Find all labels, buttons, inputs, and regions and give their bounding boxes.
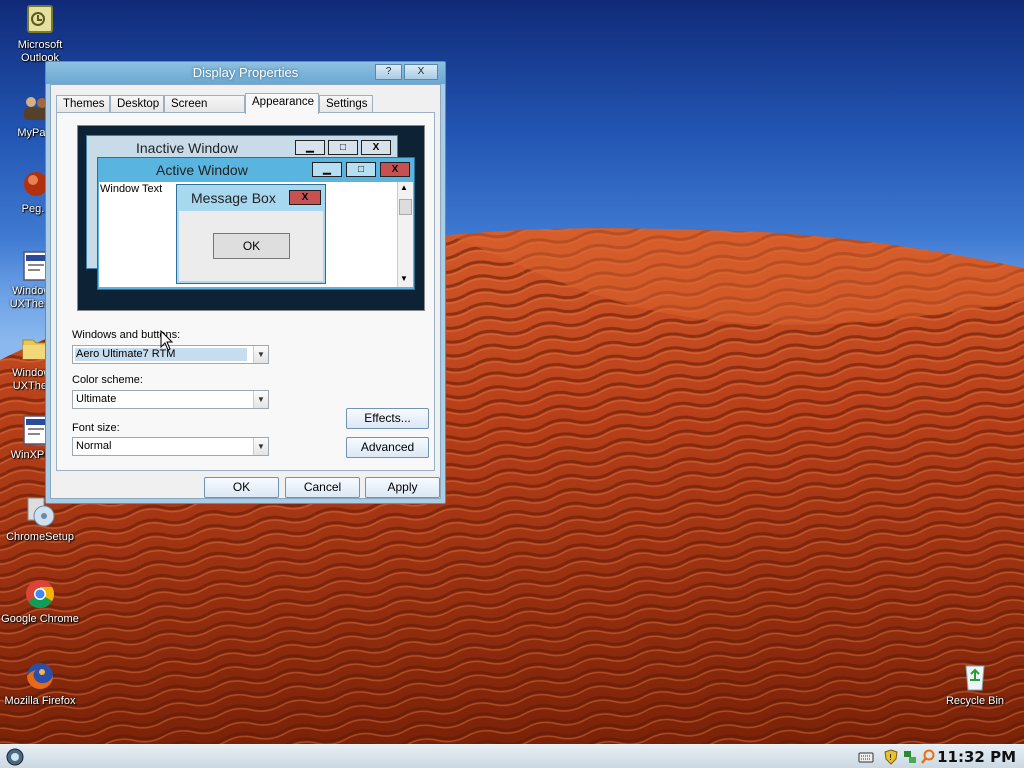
dialog-titlebar[interactable]: Display Properties ? X: [46, 62, 445, 84]
desktop-icon-firefox[interactable]: Mozilla Firefox: [0, 660, 80, 708]
display-properties-dialog: Display Properties ? X Themes Desktop Sc…: [45, 61, 446, 504]
tab-screen-saver[interactable]: Screen Saver: [164, 95, 245, 126]
start-orb-icon[interactable]: [5, 747, 25, 767]
help-icon: ?: [385, 66, 392, 77]
preview-active-close-icon: X: [380, 162, 410, 177]
preview-inactive-minimize-icon: ▁: [295, 140, 325, 155]
color-scheme-select[interactable]: Ultimate ▼: [72, 390, 269, 409]
preview-active-maximize-icon: □: [346, 162, 376, 177]
preview-window-text: Window Text: [100, 183, 163, 195]
taskbar-clock[interactable]: 11:32 PM: [937, 748, 1016, 766]
desktop-icon-outlook[interactable]: Microsoft Outlook: [0, 4, 80, 65]
chevron-down-icon[interactable]: ▼: [253, 391, 268, 408]
tab-settings[interactable]: Settings: [319, 95, 373, 113]
outlook-icon: [24, 4, 56, 36]
preview-active-minimize-icon: ▁: [312, 162, 342, 177]
color-scheme-value: Ultimate: [76, 393, 117, 405]
preview-message-box-title: Message Box: [191, 190, 276, 206]
cancel-button[interactable]: Cancel: [285, 477, 360, 498]
desktop-icon-label: Recycle Bin: [945, 695, 1005, 707]
advanced-button[interactable]: Advanced: [346, 437, 429, 458]
search-icon[interactable]: [920, 749, 936, 765]
chrome-icon: [24, 578, 56, 610]
preview-message-box: Message Box X OK: [176, 184, 326, 284]
tab-desktop[interactable]: Desktop: [110, 95, 164, 113]
help-button[interactable]: ?: [375, 64, 402, 80]
scroll-thumb: [399, 199, 412, 215]
chevron-down-icon[interactable]: ▼: [253, 346, 268, 363]
tab-appearance[interactable]: Appearance: [245, 93, 319, 114]
preview-inactive-close-icon: X: [361, 140, 391, 155]
tab-themes[interactable]: Themes: [56, 95, 110, 113]
network-icon[interactable]: [902, 749, 918, 765]
desktop-icon-label: Google Chrome: [1, 613, 79, 625]
svg-text:!: !: [889, 753, 892, 762]
preview-message-box-close-icon: X: [289, 190, 321, 205]
recycle-bin-icon: [959, 660, 991, 692]
scroll-up-icon: ▲: [400, 183, 408, 192]
apply-button[interactable]: Apply: [365, 477, 440, 498]
color-scheme-label: Color scheme:: [72, 374, 143, 386]
taskbar: ! 11:32 PM: [0, 744, 1024, 768]
font-size-label: Font size:: [72, 422, 120, 434]
dialog-body: Themes Desktop Screen Saver Appearance S…: [50, 84, 441, 499]
desktop-icon-label: Mozilla Firefox: [4, 695, 76, 707]
effects-button[interactable]: Effects...: [346, 408, 429, 429]
close-icon: X: [417, 66, 425, 77]
font-size-value: Normal: [76, 440, 112, 452]
ok-button[interactable]: OK: [204, 477, 279, 498]
preview-message-box-ok: OK: [213, 233, 290, 259]
scroll-down-icon: ▼: [400, 274, 408, 283]
desktop-icon-recycle-bin[interactable]: Recycle Bin: [935, 660, 1015, 708]
close-button[interactable]: X: [404, 64, 438, 80]
appearance-panel: Inactive Window ▁ □ X Active Window ▁ □ …: [56, 112, 435, 471]
security-shield-icon[interactable]: !: [883, 749, 899, 765]
desktop-icon-label: ChromeSetup: [6, 531, 74, 543]
preview-inactive-title: Inactive Window: [136, 140, 238, 156]
preview-active-title: Active Window: [156, 162, 248, 178]
keyboard-icon[interactable]: [858, 749, 874, 765]
preview-inactive-maximize-icon: □: [328, 140, 358, 155]
preview-message-box-client: OK: [179, 211, 323, 281]
chevron-down-icon[interactable]: ▼: [253, 438, 268, 455]
mouse-cursor-icon: [160, 330, 174, 351]
firefox-icon: [24, 660, 56, 692]
preview-scrollbar: ▲ ▼: [397, 182, 413, 287]
appearance-preview: Inactive Window ▁ □ X Active Window ▁ □ …: [77, 125, 425, 311]
desktop-icon-chrome[interactable]: Google Chrome: [0, 578, 80, 626]
font-size-select[interactable]: Normal ▼: [72, 437, 269, 456]
